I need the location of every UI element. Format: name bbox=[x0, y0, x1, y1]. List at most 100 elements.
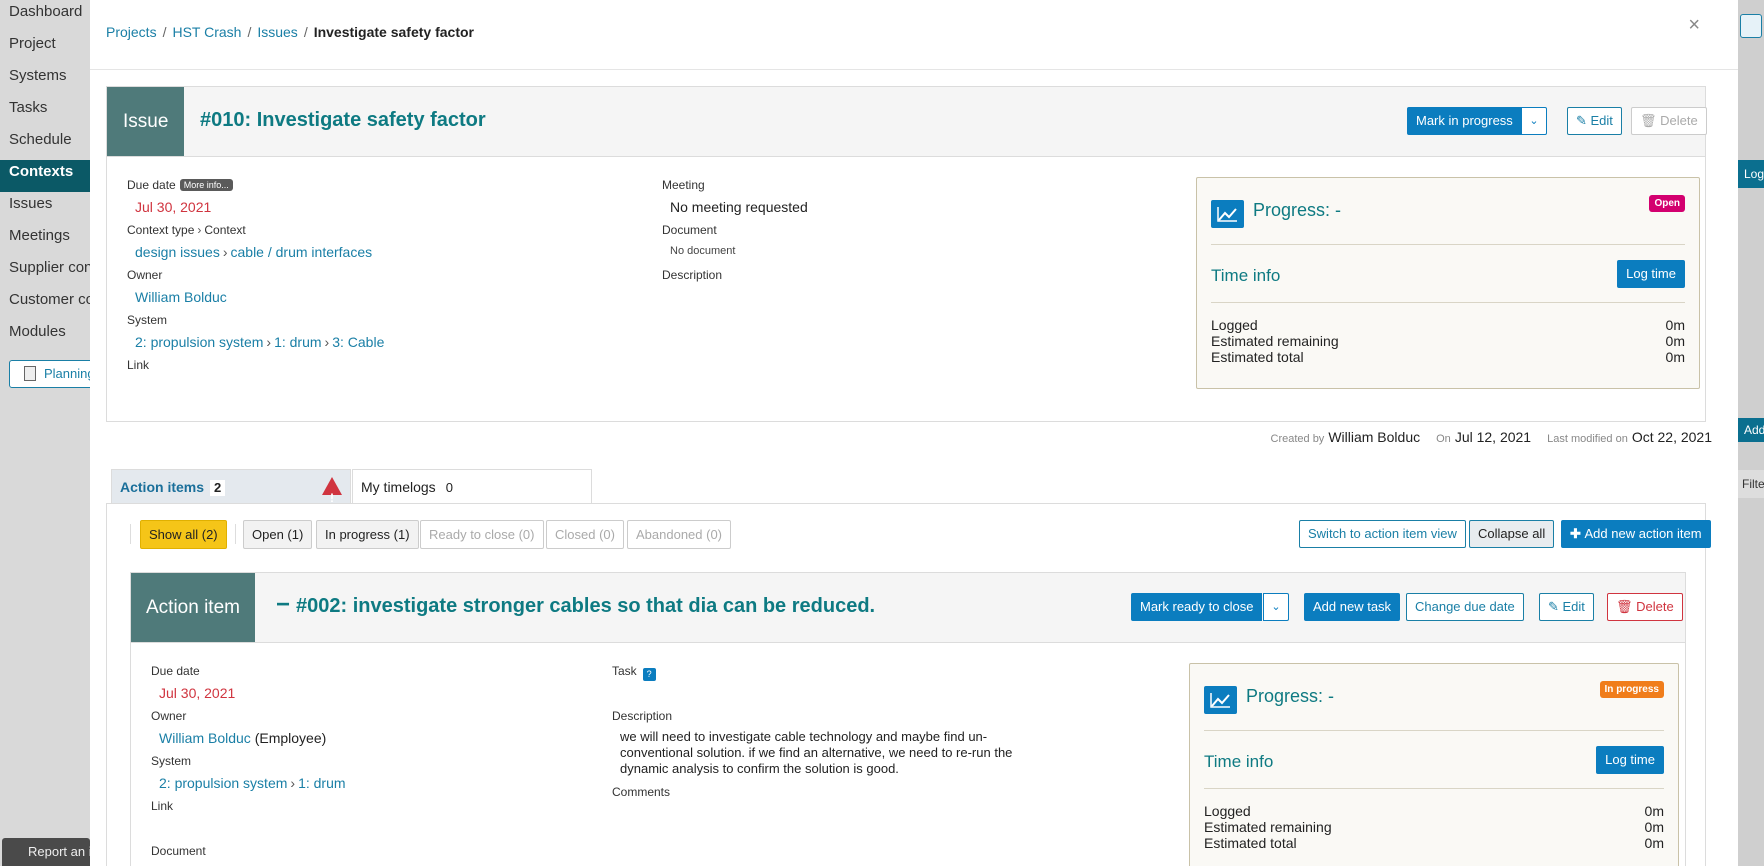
link-label: Link bbox=[127, 358, 150, 372]
system-link[interactable]: 2: propulsion system bbox=[135, 334, 263, 350]
action-item-edit-button[interactable]: ✎ Edit bbox=[1539, 593, 1594, 621]
context-link[interactable]: cable / drum interfaces bbox=[231, 244, 373, 260]
chevron-down-icon[interactable]: ⌄ bbox=[1521, 107, 1547, 135]
breadcrumb-project[interactable]: HST Crash bbox=[172, 24, 241, 40]
context-type-link[interactable]: design issues bbox=[135, 244, 220, 260]
created-on-value: Jul 12, 2021 bbox=[1454, 429, 1532, 445]
more-info-badge[interactable]: More info... bbox=[179, 179, 233, 191]
filter-ready-to-close[interactable]: Ready to close (0) bbox=[420, 520, 544, 549]
estimated-total-label: Estimated total bbox=[1204, 835, 1297, 851]
created-by-label: Created by bbox=[1270, 433, 1325, 445]
filter-abandoned[interactable]: Abandoned (0) bbox=[627, 520, 732, 549]
switch-view-button[interactable]: Switch to action item view bbox=[1299, 520, 1466, 548]
sidebar-item-supplier-contacts[interactable]: Supplier contacts bbox=[0, 256, 90, 288]
collapse-all-button[interactable]: Collapse all bbox=[1469, 520, 1555, 548]
ai-owner-link[interactable]: William Bolduc bbox=[159, 730, 251, 746]
background-sidebar: Dashboard Project Systems Tasks Schedule… bbox=[0, 0, 99, 866]
ai-due-date: Jul 30, 2021 bbox=[159, 685, 236, 701]
action-item-type-tag: Action item bbox=[131, 573, 255, 642]
background-button bbox=[1740, 14, 1762, 38]
change-due-date-button[interactable]: Change due date bbox=[1406, 593, 1524, 621]
background-right-edge: Log Add Filte bbox=[1738, 0, 1764, 866]
ai-comments-label: Comments bbox=[612, 785, 671, 799]
mark-in-progress-button[interactable]: Mark in progress bbox=[1407, 107, 1522, 135]
chart-icon bbox=[1204, 686, 1237, 714]
sidebar-item-systems[interactable]: Systems bbox=[0, 64, 90, 96]
background-filter-button: Filte bbox=[1738, 470, 1764, 498]
add-new-task-button[interactable]: Add new task bbox=[1304, 593, 1401, 621]
sidebar-item-modules[interactable]: Modules bbox=[0, 320, 90, 352]
add-new-action-item-button[interactable]: ✚ Add new action item bbox=[1561, 520, 1711, 548]
close-icon[interactable]: × bbox=[1688, 14, 1700, 37]
filter-open[interactable]: Open (1) bbox=[243, 520, 313, 549]
sidebar-item-dashboard[interactable]: Dashboard bbox=[0, 0, 90, 32]
pencil-icon: ✎ bbox=[1548, 599, 1563, 614]
mark-ready-to-close-button[interactable]: Mark ready to close bbox=[1131, 593, 1263, 621]
sidebar-item-project[interactable]: Project bbox=[0, 32, 90, 64]
breadcrumb-separator: / bbox=[303, 24, 308, 40]
system-link[interactable]: 3: Cable bbox=[332, 334, 384, 350]
system-link[interactable]: 1: drum bbox=[274, 334, 321, 350]
sidebar-item-schedule[interactable]: Schedule bbox=[0, 128, 90, 160]
ai-task-label-text: Task bbox=[612, 664, 637, 678]
issue-owner-link[interactable]: William Bolduc bbox=[135, 289, 227, 305]
sidebar-item-issues[interactable]: Issues bbox=[0, 192, 90, 224]
due-date-label-text: Due date bbox=[127, 178, 176, 192]
ai-document-label: Document bbox=[151, 844, 206, 858]
delete-label: Delete bbox=[1660, 113, 1698, 128]
chart-icon bbox=[1211, 200, 1244, 228]
sidebar-item-customer-contacts[interactable]: Customer contacts bbox=[0, 288, 90, 320]
breadcrumb-projects[interactable]: Projects bbox=[106, 24, 157, 40]
ai-status-badge: In progress bbox=[1599, 681, 1664, 698]
ai-description-line: we will need to investigate cable techno… bbox=[620, 729, 988, 744]
chevron-right-icon: › bbox=[222, 244, 228, 260]
filter-in-progress[interactable]: In progress (1) bbox=[316, 520, 419, 549]
tab-action-items[interactable]: Action items 2! bbox=[111, 469, 351, 505]
issue-delete-button[interactable]: 🗑 Delete bbox=[1631, 107, 1707, 135]
collapse-icon[interactable]: − bbox=[276, 591, 290, 619]
estimated-total-row: Estimated total 0m bbox=[1211, 349, 1685, 365]
action-item-header: Action item − #002: investigate stronger… bbox=[131, 573, 1685, 643]
issue-edit-button[interactable]: ✎ Edit bbox=[1567, 107, 1622, 135]
issue-modal: Projects / HST Crash / Issues / Investigate sa… bbox=[90, 0, 1738, 866]
issue-title: #010: Investigate safety factor bbox=[200, 109, 486, 131]
sidebar-item-contexts[interactable]: Contexts bbox=[0, 160, 90, 192]
sidebar-item-tasks[interactable]: Tasks bbox=[0, 96, 90, 128]
report-issue-button[interactable]: Report an issue bbox=[2, 838, 90, 866]
ai-description-line: conventional solution. if we find an alt… bbox=[620, 745, 1013, 760]
delete-label: Delete bbox=[1636, 599, 1674, 614]
sidebar-item-meetings[interactable]: Meetings bbox=[0, 224, 90, 256]
ai-owner-role: (Employee) bbox=[254, 730, 327, 746]
edit-label: Edit bbox=[1590, 113, 1613, 128]
trash-icon: 🗑 bbox=[1640, 113, 1661, 128]
estimated-total-label: Estimated total bbox=[1211, 349, 1304, 365]
breadcrumb-current: Investigate safety factor bbox=[313, 24, 474, 40]
ai-owner: William Bolduc (Employee) bbox=[159, 730, 326, 746]
log-time-button[interactable]: Log time bbox=[1617, 260, 1685, 288]
help-icon[interactable]: ? bbox=[642, 668, 656, 681]
time-info-title: Time info bbox=[1211, 266, 1281, 285]
action-item-title: #002: investigate stronger cables so tha… bbox=[296, 595, 876, 617]
estimated-total-value: 0m bbox=[1665, 349, 1685, 365]
filter-closed[interactable]: Closed (0) bbox=[546, 520, 624, 549]
status-badge: Open bbox=[1649, 195, 1685, 212]
ai-log-time-button[interactable]: Log time bbox=[1596, 746, 1664, 774]
logged-value: 0m bbox=[1665, 317, 1685, 333]
ai-task-label: Task? bbox=[612, 664, 656, 681]
chevron-right-icon: › bbox=[266, 334, 272, 350]
owner-label: Owner bbox=[127, 268, 163, 282]
chevron-right-icon: › bbox=[290, 775, 296, 791]
trash-icon: 🗑 bbox=[1616, 599, 1637, 614]
action-item-delete-button[interactable]: 🗑 Delete bbox=[1607, 593, 1683, 621]
chevron-down-icon[interactable]: ⌄ bbox=[1263, 593, 1289, 621]
filter-separator bbox=[235, 524, 236, 544]
system-link[interactable]: 1: drum bbox=[298, 775, 345, 791]
system-link[interactable]: 2: propulsion system bbox=[159, 775, 287, 791]
planning-button[interactable]: Planning bbox=[9, 360, 99, 388]
ai-link-label: Link bbox=[151, 799, 174, 813]
tab-my-timelogs[interactable]: My timelogs 0 bbox=[352, 469, 592, 503]
filter-show-all[interactable]: Show all (2) bbox=[140, 520, 227, 549]
breadcrumb-issues[interactable]: Issues bbox=[257, 24, 297, 40]
created-by-value: William Bolduc bbox=[1328, 429, 1421, 445]
edit-label: Edit bbox=[1562, 599, 1585, 614]
